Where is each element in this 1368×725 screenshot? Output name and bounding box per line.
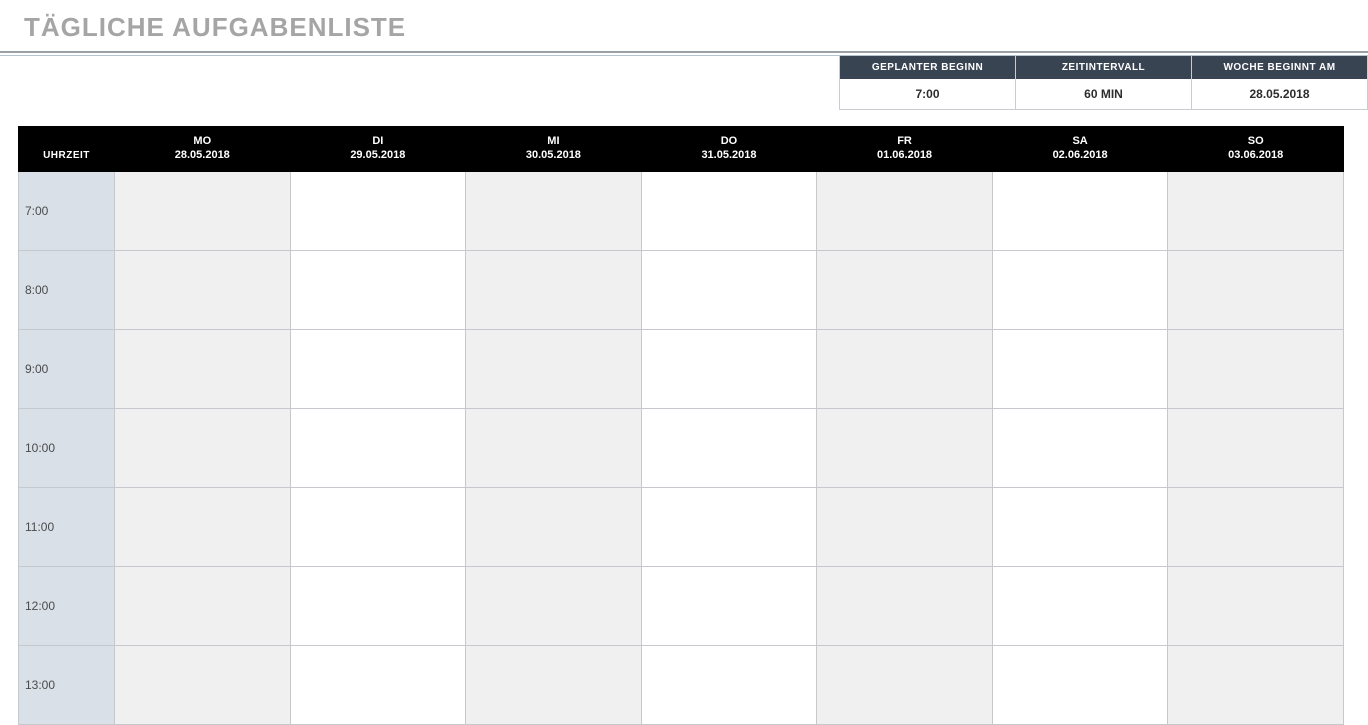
- day-date: 31.05.2018: [646, 149, 813, 161]
- header-row: UHRZEIT MO 28.05.2018 DI 29.05.2018 MI 30.0…: [19, 127, 1344, 172]
- task-cell[interactable]: [115, 172, 291, 251]
- task-cell[interactable]: [817, 251, 993, 330]
- day-header: SO 03.06.2018: [1168, 127, 1344, 172]
- day-date: 01.06.2018: [821, 149, 988, 161]
- task-cell[interactable]: [290, 409, 466, 488]
- task-cell[interactable]: [817, 330, 993, 409]
- schedule-table: UHRZEIT MO 28.05.2018 DI 29.05.2018 MI 30.0…: [18, 126, 1344, 725]
- day-name: FR: [821, 135, 988, 147]
- task-cell[interactable]: [1168, 567, 1344, 646]
- time-label: 8:00: [19, 251, 115, 330]
- day-date: 29.05.2018: [295, 149, 462, 161]
- task-cell[interactable]: [290, 251, 466, 330]
- task-cell[interactable]: [992, 409, 1168, 488]
- task-cell[interactable]: [466, 172, 642, 251]
- day-header: DI 29.05.2018: [290, 127, 466, 172]
- task-cell[interactable]: [641, 172, 817, 251]
- page-title: TÄGLICHE AUFGABENLISTE: [0, 0, 1368, 51]
- task-cell[interactable]: [641, 646, 817, 725]
- task-cell[interactable]: [466, 646, 642, 725]
- task-cell[interactable]: [992, 488, 1168, 567]
- task-cell[interactable]: [641, 409, 817, 488]
- task-cell[interactable]: [115, 409, 291, 488]
- task-cell[interactable]: [115, 251, 291, 330]
- task-cell[interactable]: [115, 330, 291, 409]
- task-cell[interactable]: [290, 567, 466, 646]
- day-date: 28.05.2018: [119, 149, 286, 161]
- time-row: 7:00: [19, 172, 1344, 251]
- task-cell[interactable]: [1168, 488, 1344, 567]
- setting-value[interactable]: 7:00: [840, 79, 1015, 109]
- task-cell[interactable]: [290, 646, 466, 725]
- task-cell[interactable]: [115, 488, 291, 567]
- day-header: DO 31.05.2018: [641, 127, 817, 172]
- task-cell[interactable]: [1168, 409, 1344, 488]
- task-cell[interactable]: [1168, 251, 1344, 330]
- task-cell[interactable]: [992, 567, 1168, 646]
- divider: [0, 51, 1368, 53]
- time-column-header: UHRZEIT: [19, 127, 115, 172]
- task-cell[interactable]: [817, 172, 993, 251]
- task-cell[interactable]: [466, 251, 642, 330]
- setting-value[interactable]: 28.05.2018: [1192, 79, 1367, 109]
- task-cell[interactable]: [1168, 646, 1344, 725]
- day-name: MI: [470, 135, 637, 147]
- task-cell[interactable]: [466, 330, 642, 409]
- day-name: SA: [997, 135, 1164, 147]
- time-row: 10:00: [19, 409, 1344, 488]
- time-row: 11:00: [19, 488, 1344, 567]
- setting-interval: ZEITINTERVALL 60 MIN: [1015, 56, 1191, 109]
- task-cell[interactable]: [992, 330, 1168, 409]
- task-cell[interactable]: [290, 330, 466, 409]
- day-date: 03.06.2018: [1172, 149, 1339, 161]
- time-label: 12:00: [19, 567, 115, 646]
- task-cell[interactable]: [641, 330, 817, 409]
- task-cell[interactable]: [817, 646, 993, 725]
- day-name: DI: [295, 135, 462, 147]
- day-name: MO: [119, 135, 286, 147]
- time-row: 12:00: [19, 567, 1344, 646]
- day-date: 30.05.2018: [470, 149, 637, 161]
- task-cell[interactable]: [466, 567, 642, 646]
- task-cell[interactable]: [817, 567, 993, 646]
- task-cell[interactable]: [641, 488, 817, 567]
- task-cell[interactable]: [466, 488, 642, 567]
- day-name: SO: [1172, 135, 1339, 147]
- task-cell[interactable]: [115, 646, 291, 725]
- task-cell[interactable]: [992, 646, 1168, 725]
- time-label: 10:00: [19, 409, 115, 488]
- day-header: SA 02.06.2018: [992, 127, 1168, 172]
- day-header: FR 01.06.2018: [817, 127, 993, 172]
- task-cell[interactable]: [290, 488, 466, 567]
- time-label: 13:00: [19, 646, 115, 725]
- setting-start: GEPLANTER BEGINN 7:00: [840, 56, 1015, 109]
- setting-label: ZEITINTERVALL: [1016, 56, 1191, 79]
- time-label: 9:00: [19, 330, 115, 409]
- task-cell[interactable]: [1168, 172, 1344, 251]
- task-cell[interactable]: [115, 567, 291, 646]
- time-label: 7:00: [19, 172, 115, 251]
- task-cell[interactable]: [992, 172, 1168, 251]
- settings-panel: GEPLANTER BEGINN 7:00 ZEITINTERVALL 60 M…: [839, 56, 1368, 110]
- setting-label: WOCHE BEGINNT AM: [1192, 56, 1367, 79]
- day-name: DO: [646, 135, 813, 147]
- task-cell[interactable]: [290, 172, 466, 251]
- setting-value[interactable]: 60 MIN: [1016, 79, 1191, 109]
- time-row: 13:00: [19, 646, 1344, 725]
- setting-week-start: WOCHE BEGINNT AM 28.05.2018: [1191, 56, 1367, 109]
- task-cell[interactable]: [641, 251, 817, 330]
- task-cell[interactable]: [817, 488, 993, 567]
- task-cell[interactable]: [992, 251, 1168, 330]
- task-cell[interactable]: [1168, 330, 1344, 409]
- day-header: MO 28.05.2018: [115, 127, 291, 172]
- task-cell[interactable]: [466, 409, 642, 488]
- day-date: 02.06.2018: [997, 149, 1164, 161]
- time-label: 11:00: [19, 488, 115, 567]
- setting-label: GEPLANTER BEGINN: [840, 56, 1015, 79]
- task-cell[interactable]: [641, 567, 817, 646]
- day-header: MI 30.05.2018: [466, 127, 642, 172]
- time-row: 9:00: [19, 330, 1344, 409]
- time-row: 8:00: [19, 251, 1344, 330]
- task-cell[interactable]: [817, 409, 993, 488]
